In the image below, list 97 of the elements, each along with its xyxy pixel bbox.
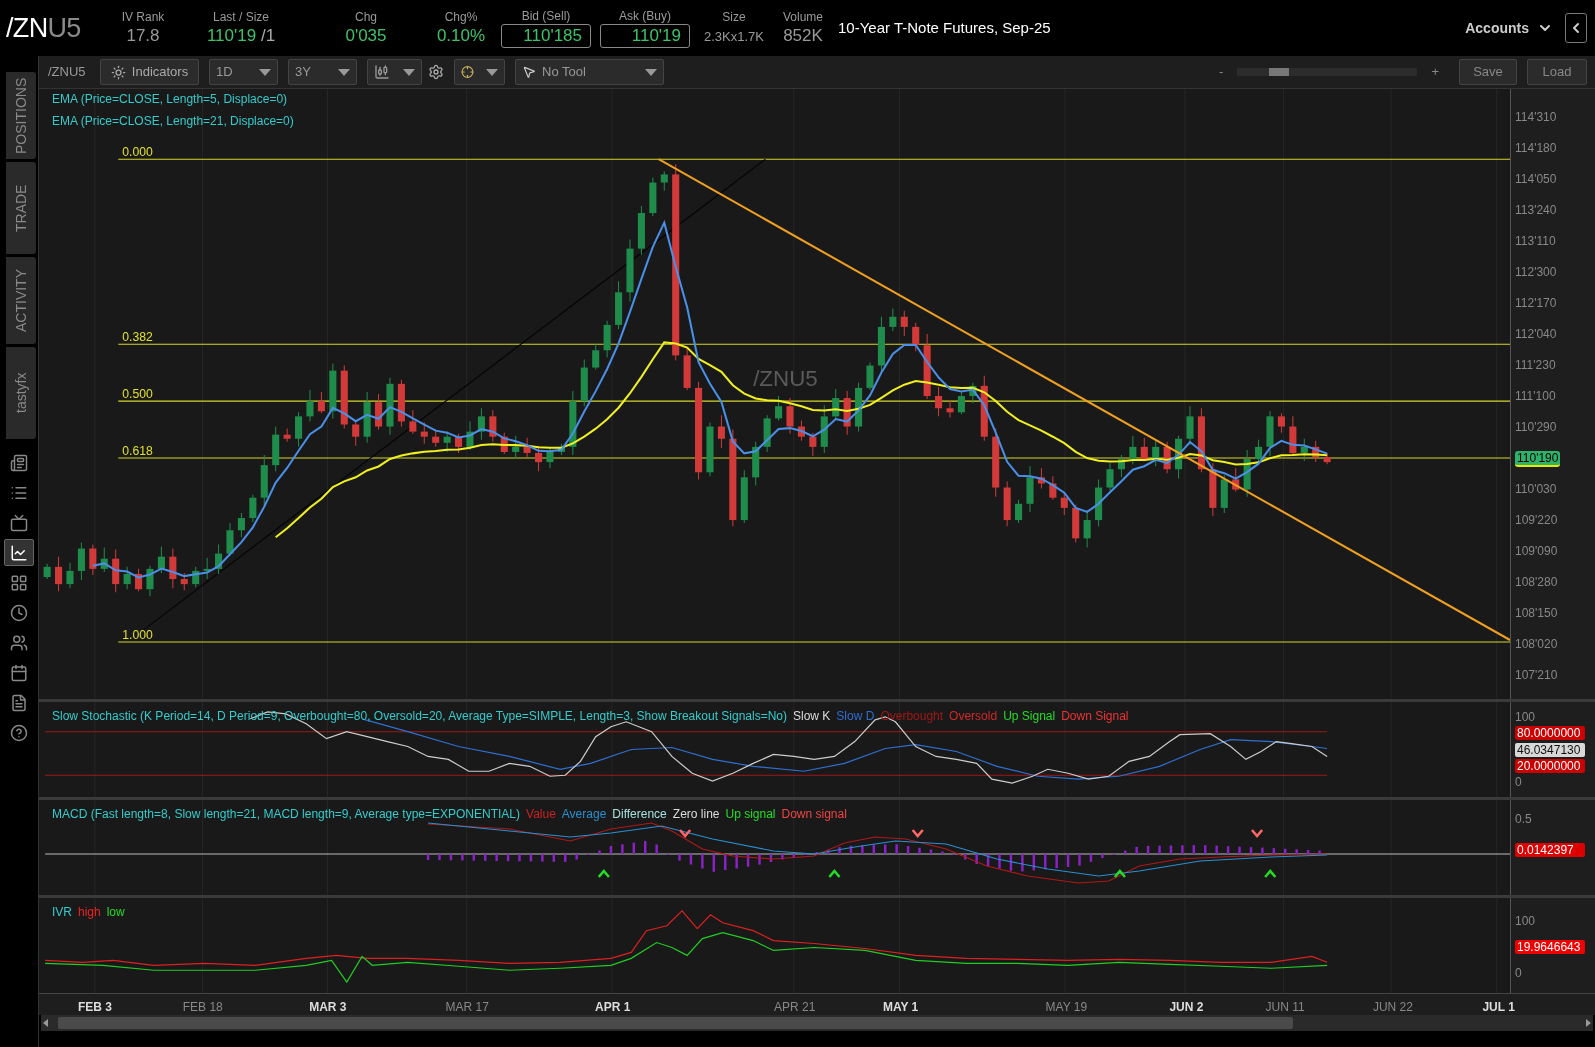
axis-label: 0 — [1515, 966, 1522, 980]
quote-label: Last / Size — [213, 9, 269, 25]
axis-label: 113'240 — [1515, 203, 1557, 217]
chart-symbol: /ZNU5 — [48, 63, 87, 82]
legend-item: Value — [526, 806, 556, 823]
legend-item: low — [106, 904, 125, 921]
side-tab[interactable]: TRADE — [6, 162, 36, 254]
axis-label: 108'280 — [1515, 575, 1558, 589]
axis-label: 114'310 — [1515, 110, 1557, 124]
axis-label: 110'030 — [1515, 482, 1557, 496]
legend-item: IVR — [52, 904, 72, 921]
quote-label: Volume — [783, 9, 823, 25]
date-label: FEB 18 — [182, 999, 223, 1016]
axis-label: 109'220 — [1515, 513, 1558, 527]
legend-item: MACD (Fast length=8, Slow length=21, MACD length=9, Average type=EXPONENTIAL) — [52, 806, 520, 823]
date-label: APR 21 — [774, 999, 816, 1016]
fib-level-label: 0.618 — [122, 444, 153, 458]
legend-item: Average — [561, 806, 607, 823]
axis-label: 0 — [1515, 775, 1522, 789]
legend-item: Down Signal — [1061, 708, 1129, 725]
quote-value: 110'19 /1 — [206, 24, 276, 47]
axis-label: 112'300 — [1515, 265, 1557, 279]
date-label: JUN 22 — [1372, 999, 1413, 1016]
quote-value: 0'035 — [345, 24, 387, 47]
fib-level-label: 0.000 — [122, 145, 153, 160]
quote-label: Bid (Sell) — [521, 8, 571, 24]
instrument-description: 10-Year T-Note Futures, Sep-25 — [838, 17, 1051, 38]
axis-label: 100 — [1515, 914, 1536, 928]
load-button[interactable]: Load — [1527, 59, 1587, 85]
fib-level-label: 1.000 — [122, 628, 153, 642]
value-label: 80.0000000 — [1515, 726, 1585, 741]
axis-label: 112'040 — [1515, 327, 1557, 341]
study-label: EMA (Price=CLOSE, Length=5, Displace=0) — [52, 91, 289, 108]
legend-item: Difference — [612, 806, 667, 823]
quote-value: 0.10% — [436, 24, 486, 47]
legend-item: Up Signal — [1003, 708, 1056, 725]
legend-item: Slow K — [793, 708, 831, 725]
axis-label: 113'110 — [1515, 234, 1556, 248]
axis-label: 112'170 — [1515, 296, 1557, 310]
axis-label: 100 — [1515, 710, 1536, 724]
quote-label: Chg — [355, 9, 377, 25]
zoom-in-label[interactable]: + — [1431, 62, 1439, 82]
study-label: EMA (Price=CLOSE, Length=21, Displace=0) — [52, 113, 294, 130]
zoom-out-label[interactable]: - — [1219, 62, 1224, 82]
date-label: JUN 11 — [1265, 999, 1305, 1016]
axis-label: 114'050 — [1515, 172, 1557, 186]
quote-price-box[interactable]: 110'185 — [501, 23, 591, 48]
quote-label: Size — [722, 10, 746, 26]
side-tab[interactable]: tastyfx — [6, 347, 36, 439]
save-button[interactable]: Save — [1459, 59, 1517, 85]
quote-label: Ask (Buy) — [619, 8, 671, 24]
quote-value: 852K — [783, 24, 823, 47]
fib-level-label: 0.500 — [122, 387, 153, 402]
axis-label: 110'290 — [1515, 420, 1557, 434]
legend-item: Down signal — [781, 806, 847, 823]
tool-dropdown[interactable]: No Tool — [515, 59, 664, 85]
date-label: JUL 1 — [1482, 999, 1515, 1016]
date-label: APR 1 — [595, 999, 631, 1016]
quote-label: IV Rank — [121, 9, 165, 25]
quote-value: 17.8 — [126, 24, 160, 47]
value-label: 20.0000000 — [1515, 758, 1585, 773]
date-label: MAR 3 — [309, 999, 347, 1016]
axis-label: 114'180 — [1515, 141, 1557, 155]
indicators-button[interactable]: Indicators — [100, 59, 199, 85]
date-label: MAY 1 — [882, 999, 919, 1016]
legend-item: Zero line — [672, 806, 720, 823]
aggregation-dropdown[interactable]: 1D — [209, 59, 278, 85]
axis-label: 0.5 — [1515, 812, 1532, 826]
axis-label: 109'090 — [1515, 544, 1558, 558]
quote-price-box[interactable]: 110'19 — [600, 23, 690, 48]
date-label: MAY 19 — [1045, 999, 1088, 1016]
axis-label: 108'150 — [1515, 606, 1558, 620]
quote-value: 2.3Kx1.7K — [704, 29, 764, 46]
fib-level-label: 0.382 — [122, 330, 153, 345]
side-tab[interactable]: POSITIONS — [6, 72, 36, 159]
value-label: 46.0347130 — [1515, 742, 1585, 757]
value-label: 0.0142397 — [1515, 843, 1585, 857]
side-tab[interactable]: ACTIVITY — [6, 257, 36, 344]
quote-label: Chg% — [444, 9, 478, 25]
axis-label: 111'100 — [1515, 389, 1556, 403]
date-label: FEB 3 — [77, 999, 112, 1016]
range-dropdown[interactable]: 3Y — [288, 59, 357, 85]
chart-watermark: /ZNU5 — [753, 365, 818, 391]
legend-item: high — [78, 904, 101, 921]
legend-item: Overbought — [880, 708, 944, 725]
axis-label: 108'020 — [1515, 637, 1558, 651]
axis-label: 107'210 — [1515, 668, 1558, 682]
axis-label: 111'230 — [1515, 358, 1556, 372]
symbol-title: /ZNU5 — [5, 11, 82, 45]
legend-item: Up signal — [725, 806, 776, 823]
legend-item: Oversold — [949, 708, 998, 725]
legend-item: Slow D — [836, 708, 875, 725]
value-label: 19.9646643 — [1515, 940, 1585, 954]
date-label: MAR 17 — [445, 999, 489, 1016]
accounts-button[interactable]: Accounts — [1465, 17, 1553, 39]
date-label: JUN 2 — [1169, 999, 1204, 1016]
current-price-label: 110'190 — [1515, 451, 1561, 467]
